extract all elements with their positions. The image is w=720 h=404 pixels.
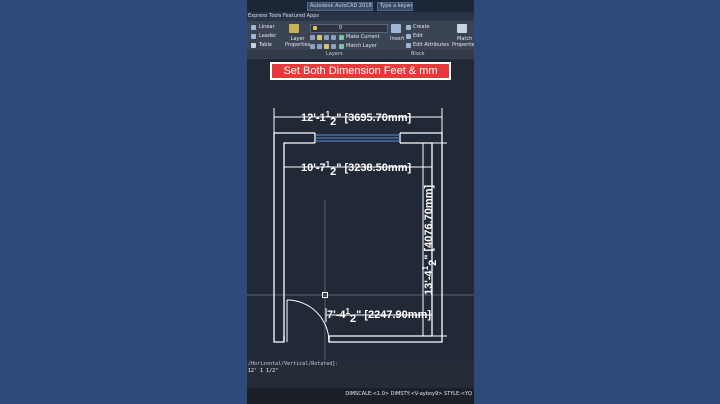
command-history: /Horizontal/Vertical/Rotated]: [248,361,339,367]
inner-dimension-label: 10'-712" [3238.50mm] [301,160,411,178]
command-input[interactable]: 12' 1 1/2" [248,368,278,374]
vertical-dimension-label: 13'-412" [4076.70mm] [421,185,439,295]
floor-plan-drawing[interactable]: 12'-112" [3695.70mm] 10'-712" [3238.50mm… [247,0,474,404]
autocad-window: Autodesk AutoCAD 2018 Type a keyword Exp… [247,0,474,404]
status-text: DIMSCALE:<1.0> DIMSTY:<V-ayboy9> STYLE:<… [345,391,472,397]
bottom-dimension-label: 7'-412" [2247.90mm] [327,307,431,325]
top-dimension-label: 12'-112" [3695.70mm] [301,110,411,128]
crosshair-cursor [322,292,328,298]
door [286,299,330,343]
command-line[interactable]: /Horizontal/Vertical/Rotated]: 12' 1 1/2… [247,360,474,388]
status-bar: DIMSCALE:<1.0> DIMSTY:<V-ayboy9> STYLE:<… [247,388,474,404]
window [315,134,400,142]
